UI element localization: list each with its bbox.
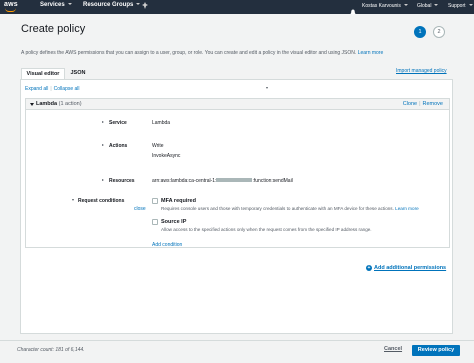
pin-icon[interactable]	[142, 2, 148, 11]
actions-row-access-level: Write	[152, 143, 164, 149]
region-label: Global	[417, 3, 432, 9]
expand-triangle-icon[interactable]	[102, 121, 104, 123]
description-text: A policy defines the AWS permissions tha…	[21, 50, 357, 56]
service-row-label: Service	[109, 120, 127, 126]
mfa-learn-more-link[interactable]: Learn more	[395, 206, 419, 211]
service-name: Lambda	[36, 101, 58, 107]
clone-link[interactable]: Clone	[403, 101, 417, 107]
account-name: Kostas Karvounis	[362, 3, 401, 9]
bell-icon[interactable]	[350, 3, 356, 16]
mfa-required-checkbox[interactable]	[152, 198, 158, 204]
source-ip-description: Allow access to the specified actions on…	[161, 227, 372, 232]
service-block-header[interactable]: Lambda (1 action) Clone | Remove	[26, 99, 449, 110]
chevron-down-icon	[136, 3, 141, 5]
aws-logo[interactable]: aws	[4, 1, 20, 13]
redacted-account-id	[216, 178, 253, 182]
collapse-triangle-icon[interactable]	[30, 103, 34, 106]
account-menu[interactable]: Kostas Karvounis	[362, 3, 408, 9]
collapse-triangle-icon[interactable]	[72, 199, 74, 201]
support-label: Support	[448, 3, 466, 9]
page-title: Create policy	[21, 23, 86, 35]
mfa-desc-text: Requires console users and those with te…	[161, 206, 394, 211]
cancel-button[interactable]: Cancel	[384, 346, 402, 352]
resource-groups-menu[interactable]: Resource Groups	[83, 2, 141, 8]
character-count: Character count: 181 of 6,144.	[17, 347, 85, 353]
step-1-indicator: 1	[414, 26, 426, 38]
resource-groups-label: Resource Groups	[83, 2, 134, 8]
services-label: Services	[40, 2, 65, 8]
plus-circle-icon[interactable]: +	[366, 265, 372, 271]
review-policy-button[interactable]: Review policy	[412, 345, 460, 356]
source-ip-checkbox[interactable]	[152, 219, 158, 225]
tab-json[interactable]: JSON	[65, 68, 91, 79]
remove-link[interactable]: Remove	[423, 101, 443, 107]
chevron-down-icon	[434, 4, 439, 6]
service-block-title: Lambda (1 action)	[36, 99, 82, 110]
services-menu[interactable]: Services	[40, 2, 72, 8]
learn-more-link[interactable]: Learn more	[358, 50, 384, 56]
region-menu[interactable]: Global	[417, 3, 439, 9]
actions-row-action: InvokeAsync	[152, 153, 181, 159]
aws-smile-icon	[5, 8, 16, 12]
resources-row-value: arn:aws:lambda:ca-central-1: :function:se…	[152, 178, 293, 184]
chevron-down-icon	[266, 87, 268, 89]
request-conditions-label: Request conditions	[78, 198, 125, 204]
resource-arn-prefix: arn:aws:lambda:ca-central-1:	[152, 178, 217, 184]
aws-logo-text: aws	[4, 1, 18, 8]
chevron-down-icon	[403, 4, 408, 6]
top-navigation-bar: aws Services Resource Groups Kostas Karv…	[0, 0, 474, 16]
expand-triangle-icon[interactable]	[102, 179, 104, 181]
mfa-required-title: MFA required	[161, 198, 196, 204]
add-condition-link[interactable]: Add condition	[152, 242, 182, 248]
tab-visual-editor[interactable]: Visual editor	[21, 68, 65, 79]
actions-row-label: Actions	[109, 143, 128, 149]
add-additional-permissions-link[interactable]: Add additional permissions	[374, 265, 446, 271]
expand-collapse-controls: Expand all | Collapse all	[25, 86, 80, 92]
resources-row-label: Resources	[109, 178, 135, 184]
service-block-actions: Clone | Remove	[402, 101, 443, 107]
expand-triangle-icon[interactable]	[102, 144, 104, 146]
source-ip-title: Source IP	[161, 219, 187, 225]
visual-editor-panel: Expand all | Collapse all Lambda (1 action…	[20, 79, 453, 334]
expand-all-link[interactable]: Expand all	[25, 86, 48, 92]
resource-arn-suffix: :function:sendMail	[252, 178, 293, 184]
step-2-indicator: 2	[433, 26, 445, 38]
import-managed-policy-link[interactable]: Import managed policy	[396, 68, 447, 74]
footer-divider	[0, 340, 474, 341]
service-permission-block: Lambda (1 action) Clone | Remove Service L…	[25, 98, 450, 248]
chevron-down-icon	[468, 4, 473, 6]
service-row-value: Lambda	[152, 120, 171, 126]
action-count: (1 action)	[58, 101, 82, 107]
page-description: A policy defines the AWS permissions tha…	[21, 50, 461, 56]
support-menu[interactable]: Support	[448, 3, 473, 9]
mfa-required-description: Requires console users and those with te…	[161, 206, 419, 211]
collapse-all-link[interactable]: Collapse all	[54, 86, 80, 92]
conditions-close-link[interactable]: close	[134, 206, 146, 212]
chevron-down-icon	[67, 3, 72, 5]
